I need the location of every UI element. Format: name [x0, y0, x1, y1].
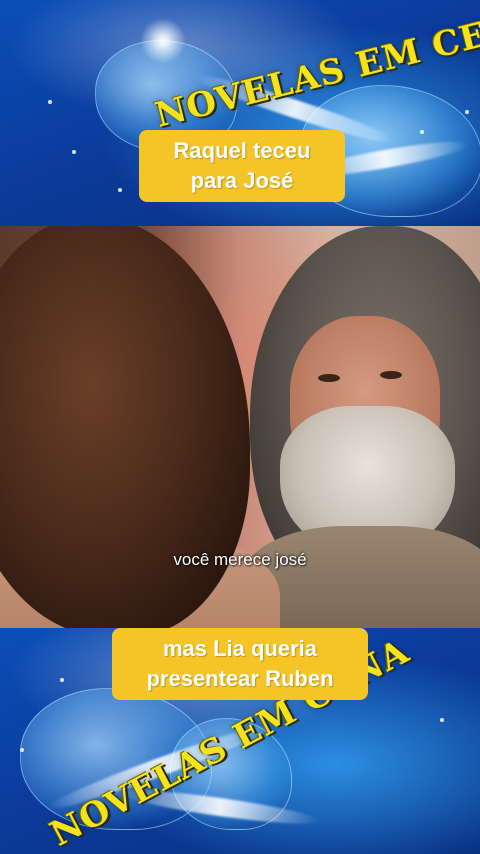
video-frame[interactable]: você merece josé [0, 226, 480, 628]
sparkle [118, 188, 122, 192]
caption-top-line-2: para José [190, 168, 294, 193]
sparkle [72, 150, 76, 154]
sparkle [20, 748, 24, 752]
sparkle [465, 110, 469, 114]
caption-bottom-line-1: mas Lia queria [162, 636, 318, 661]
sparkle [420, 130, 424, 134]
man-eye-left [318, 374, 340, 382]
caption-bottom-line-2: presentear Ruben [146, 666, 334, 691]
man-eye-right [380, 371, 402, 379]
sparkle [440, 718, 444, 722]
light-flare [140, 18, 186, 64]
sparkle [48, 100, 52, 104]
caption-top-line-1: Raquel teceu [173, 138, 311, 163]
caption-top: Raquel teceu para José [139, 130, 345, 202]
caption-bottom: mas Lia queria presentear Ruben [112, 628, 368, 700]
sparkle [60, 678, 64, 682]
video-subtitle: você merece josé [173, 550, 307, 569]
